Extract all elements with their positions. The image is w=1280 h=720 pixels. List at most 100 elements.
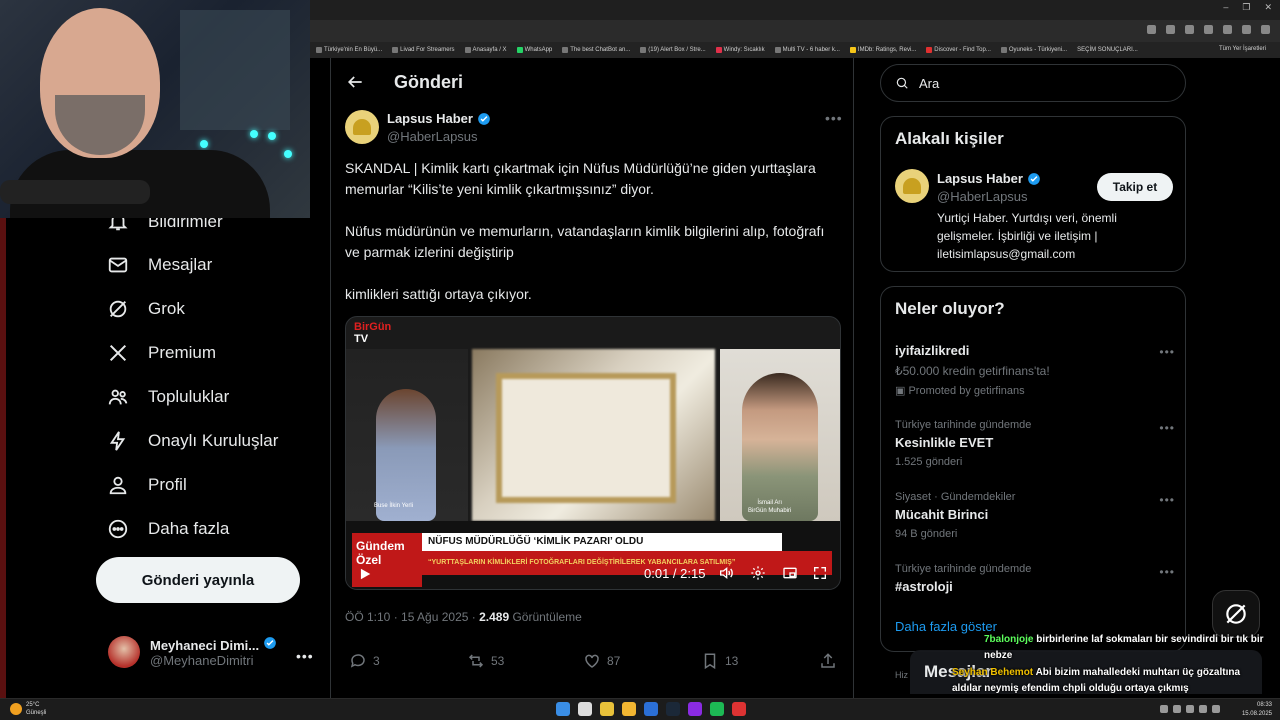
bookmark-item[interactable]: The best ChatBot an... [562, 47, 630, 53]
tray-icon[interactable] [1186, 705, 1194, 713]
sidebar-item-premium[interactable]: Premium [106, 341, 216, 365]
more-horizontal-icon[interactable]: ••• [1159, 493, 1175, 507]
bookmark-item[interactable]: (19) Alert Box / Stre... [640, 47, 706, 53]
more-horizontal-icon[interactable]: ••• [1159, 345, 1175, 359]
trend-promo-text: ₺50.000 kredin getirfinans'ta! [895, 364, 1050, 378]
bookmark-item[interactable]: Türkiye'nin En Büyü... [316, 47, 382, 53]
minimize-icon[interactable]: – [1223, 2, 1228, 13]
close-icon[interactable]: ✕ [1264, 2, 1272, 13]
search-icon [896, 77, 908, 89]
search-input[interactable]: Ara [880, 64, 1186, 102]
post-button[interactable]: Gönderi yayınla [96, 557, 300, 603]
bookmark-item[interactable]: Multi TV - 6 haber k... [774, 47, 840, 53]
related-handle[interactable]: @HaberLapsus [937, 189, 1028, 204]
search-placeholder: Ara [919, 75, 940, 91]
bookmark-item[interactable]: Oyuneks - Türkiyeni... [1000, 47, 1067, 53]
star-icon[interactable] [1185, 25, 1194, 34]
chat-username: 7balonjoje [984, 634, 1034, 645]
sidebar-item-profile[interactable]: Profil [106, 473, 187, 497]
avatar[interactable] [345, 110, 379, 144]
address-bar[interactable] [310, 20, 1280, 42]
more-horizontal-icon[interactable]: ••• [1159, 421, 1175, 435]
spotify-icon[interactable] [710, 702, 724, 716]
menu-icon[interactable] [1261, 25, 1270, 34]
grok-floating-button[interactable] [1212, 590, 1260, 638]
sidebar-item-verified-orgs[interactable]: Onaylı Kuruluşlar [106, 429, 278, 453]
sidebar-item-messages[interactable]: Mesajlar [106, 253, 212, 277]
system-clock[interactable]: 08:33 15.08.2025 [1242, 701, 1272, 719]
author-name[interactable]: Lapsus Haber [387, 111, 491, 126]
all-bookmarks-link[interactable]: Tüm Yer İşaretleri [1219, 46, 1266, 52]
steam-icon[interactable] [666, 702, 680, 716]
page-title: Gönderi [394, 72, 464, 92]
profile-avatar-icon[interactable] [1242, 25, 1251, 34]
avatar [108, 636, 140, 668]
search-icon[interactable] [578, 702, 592, 716]
volume-icon[interactable] [718, 565, 734, 581]
tray-icon[interactable] [1173, 705, 1181, 713]
bookmark-item[interactable]: IMDb: Ratings, Revi... [849, 47, 916, 53]
extensions-icon[interactable] [1204, 25, 1213, 34]
folder-icon[interactable] [622, 702, 636, 716]
reply-button[interactable]: 3 [349, 652, 380, 670]
avatar[interactable] [895, 169, 929, 203]
tray-icon[interactable] [1160, 705, 1168, 713]
fullscreen-icon[interactable] [812, 565, 828, 581]
badge-text: Gündem [356, 539, 405, 553]
bookmark-item[interactable]: Windy: Sıcaklık [715, 47, 765, 53]
trend-item[interactable]: iyifaizlikredi ₺50.000 kredin getirfinan… [895, 343, 1175, 397]
bookmark-item[interactable]: Discover - Find Top... [926, 47, 991, 53]
volume-icon[interactable] [1212, 705, 1220, 713]
trend-item[interactable]: Türkiye tarihinde gündemde Kesinlikle EV… [895, 419, 1175, 468]
follow-button[interactable]: Takip et [1097, 173, 1173, 201]
app-icon[interactable] [644, 702, 658, 716]
play-icon[interactable] [358, 567, 372, 581]
document-figure [496, 373, 676, 503]
download-icon[interactable] [1223, 25, 1232, 34]
settings-gear-icon[interactable] [750, 565, 766, 581]
trends-card: Neler oluyor? iyifaizlikredi ₺50.000 kre… [880, 286, 1186, 652]
like-button[interactable]: 87 [583, 652, 620, 670]
more-horizontal-icon[interactable]: ••• [296, 648, 314, 664]
related-name[interactable]: Lapsus Haber [937, 171, 1041, 186]
chrome-icon[interactable] [600, 702, 614, 716]
bookmark-button[interactable]: 13 [701, 652, 738, 670]
card-title: Alakalı kişiler [895, 129, 1004, 148]
bookmark-item[interactable]: SEÇİM SONUÇLARI... [1077, 47, 1138, 53]
bookmark-item[interactable]: Anasayfa / X [464, 47, 507, 53]
tweet-timestamp[interactable]: ÖÖ 1:10 · 15 Ağu 2025 · [345, 610, 479, 624]
sidebar-item-communities[interactable]: Topluluklar [106, 385, 229, 409]
windows-start-icon[interactable] [556, 702, 570, 716]
video-player[interactable]: BirGün TV Buse İlkin Yerli İsmail Arı Bir… [345, 316, 841, 590]
show-more-link[interactable]: Daha fazla göster [895, 619, 997, 634]
repost-button[interactable]: 53 [467, 652, 504, 670]
app-icon[interactable] [732, 702, 746, 716]
trend-name: Mücahit Birinci [895, 507, 989, 522]
trend-item[interactable]: Siyaset · Gündemdekiler Mücahit Birinci … [895, 491, 1175, 540]
tweet-paragraph: Nüfus müdürünün ve memurların, vatandaşl… [345, 223, 825, 260]
restore-icon[interactable]: ❐ [1242, 2, 1250, 13]
sidebar-item-grok[interactable]: Grok [106, 297, 185, 321]
sidebar-item-more[interactable]: Daha fazla [106, 517, 229, 541]
sidebar-item-label: Daha fazla [148, 519, 230, 538]
share-button[interactable] [819, 652, 837, 670]
more-horizontal-icon[interactable]: ••• [825, 110, 843, 126]
trend-context: Türkiye tarihinde gündemde [895, 563, 1032, 575]
back-arrow-icon[interactable] [345, 72, 365, 92]
more-horizontal-icon[interactable]: ••• [1159, 565, 1175, 579]
microphone [0, 180, 150, 204]
bookmark-item[interactable]: WhatsApp [516, 47, 552, 53]
bookmark-item[interactable]: Livad For Streamers [392, 47, 455, 53]
install-icon[interactable] [1147, 25, 1156, 34]
author-handle[interactable]: @HaberLapsus [387, 129, 478, 144]
zoom-icon[interactable] [1166, 25, 1175, 34]
picture-in-picture-icon[interactable] [782, 565, 798, 581]
sidebar-item-label: Premium [148, 343, 217, 362]
trend-item[interactable]: Türkiye tarihinde gündemde #astroloji ••… [895, 563, 1175, 594]
account-switcher[interactable]: Meyhaneci Dimi... @MeyhaneDimitri [108, 636, 277, 668]
wifi-icon[interactable] [1199, 705, 1207, 713]
promoted-label: ▣ Promoted by getirfinans [895, 385, 1025, 397]
reply-icon [350, 654, 365, 668]
app-icon[interactable] [688, 702, 702, 716]
weather-widget[interactable]: 25°C Güneşli [10, 701, 46, 717]
